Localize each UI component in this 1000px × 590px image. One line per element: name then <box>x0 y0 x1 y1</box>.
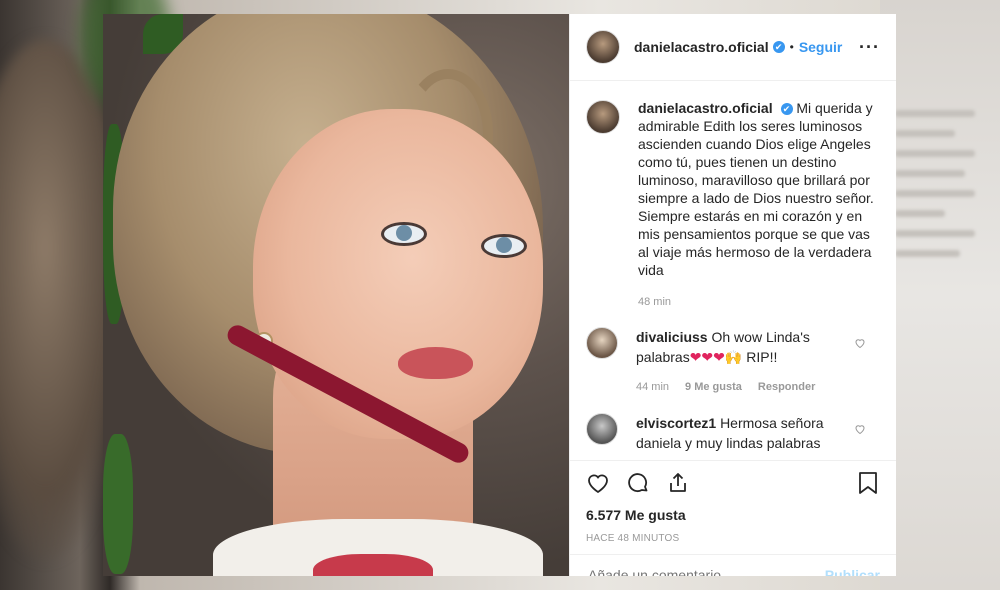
backdrop-text-line <box>895 210 945 217</box>
caption-time[interactable]: 48 min <box>638 293 880 311</box>
heart-emojis: ❤❤❤ <box>689 349 725 365</box>
share-icon[interactable] <box>666 471 690 495</box>
likes-count[interactable]: 6.577 Me gusta <box>586 507 880 523</box>
caption: danielacastro.oficial ✔ Mi querida y adm… <box>570 81 896 311</box>
caption-body: danielacastro.oficial ✔ Mi querida y adm… <box>638 99 880 311</box>
comment-username[interactable]: divaliciuss <box>636 329 708 345</box>
like-comment-heart-icon[interactable] <box>854 423 866 438</box>
comment-item: divaliciuss Oh wow Linda's palabras❤❤❤🙌 … <box>570 311 896 397</box>
face-shape <box>253 109 543 439</box>
backdrop-text-line <box>895 250 960 257</box>
comment-body: divaliciuss Oh wow Linda's palabras❤❤❤🙌 … <box>636 327 856 397</box>
post-side-panel: danielacastro.oficial ✔ • Seguir ··· dan… <box>569 14 896 576</box>
comment-bubble-icon[interactable] <box>626 471 650 495</box>
comment-tail: RIP!! <box>742 349 778 365</box>
comment-composer: Publicar <box>570 554 896 576</box>
post-header: danielacastro.oficial ✔ • Seguir ··· <box>570 14 896 81</box>
dress-trim-shape <box>313 554 433 576</box>
like-comment-heart-icon[interactable] <box>854 337 866 352</box>
comment-avatar[interactable] <box>586 413 618 445</box>
comment-input[interactable] <box>586 565 825 576</box>
backdrop-text-line <box>895 150 975 157</box>
comment-meta: 44 min 9 Me gusta Responder <box>636 377 856 397</box>
post-timestamp[interactable]: HACE 48 MINUTOS <box>586 533 880 544</box>
leaf-shape <box>103 434 133 574</box>
backdrop-right-panel <box>880 0 1000 590</box>
post-actions: 6.577 Me gusta HACE 48 MINUTOS <box>570 460 896 544</box>
backdrop-text-line <box>895 170 965 177</box>
publish-button[interactable]: Publicar <box>825 567 880 577</box>
right-eye-shape <box>481 234 527 258</box>
emoji: 🙌 <box>724 349 743 365</box>
caption-avatar[interactable] <box>586 100 620 134</box>
like-heart-icon[interactable] <box>586 471 610 495</box>
separator-dot: • <box>789 40 794 54</box>
backdrop-text-line <box>895 230 975 237</box>
comments-list[interactable]: danielacastro.oficial ✔ Mi querida y adm… <box>570 81 896 460</box>
verified-badge-icon: ✔ <box>772 41 785 53</box>
backdrop-text-line <box>895 110 975 117</box>
follow-button[interactable]: Seguir <box>799 39 843 55</box>
author-username[interactable]: danielacastro.oficial <box>634 39 769 55</box>
left-eye-shape <box>381 222 427 246</box>
comment-avatar[interactable] <box>586 327 618 359</box>
backdrop-text-line <box>895 190 975 197</box>
more-options-icon[interactable]: ··· <box>859 37 880 58</box>
verified-badge-icon: ✔ <box>780 103 793 115</box>
post-photo[interactable] <box>103 14 569 576</box>
author-avatar[interactable] <box>586 30 620 64</box>
bookmark-icon[interactable] <box>856 471 880 495</box>
comment-username[interactable]: elviscortez1 <box>636 415 716 431</box>
comment-item: elviscortez1 Hermosa señora daniela y mu… <box>570 397 896 453</box>
caption-username[interactable]: danielacastro.oficial <box>638 100 773 116</box>
comment-body: elviscortez1 Hermosa señora daniela y mu… <box>636 413 856 453</box>
comment-likes[interactable]: 9 Me gusta <box>685 377 742 397</box>
caption-text: Mi querida y admirable Edith los seres l… <box>638 100 874 278</box>
reply-button[interactable]: Responder <box>758 377 815 397</box>
backdrop-text-line <box>895 130 955 137</box>
action-icons <box>586 465 880 501</box>
comment-time[interactable]: 44 min <box>636 377 669 397</box>
lips-shape <box>398 347 473 379</box>
